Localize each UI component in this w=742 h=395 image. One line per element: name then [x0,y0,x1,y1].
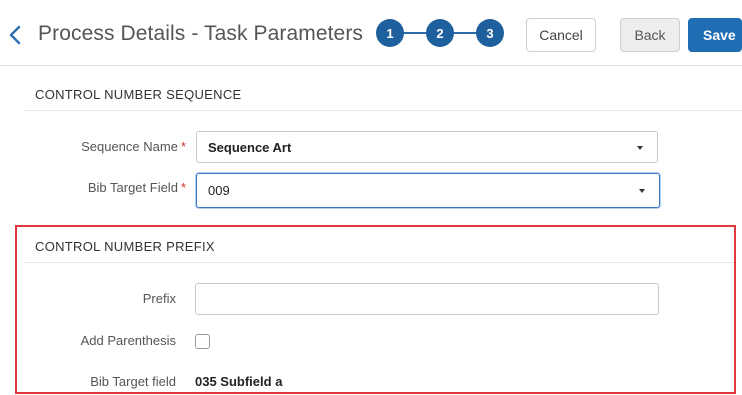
required-marker: * [180,139,186,154]
sequence-name-select[interactable]: Sequence Art [196,131,658,163]
bib-target-field-label-text: Bib Target Field [87,180,178,195]
bib-target-field-value: 009 [208,183,230,198]
caret-down-icon [637,146,643,150]
prefix-bib-target-field-value: 035 Subfield a [195,374,283,389]
bib-target-field-select[interactable]: 009 [196,173,660,208]
save-button[interactable]: Save [688,18,742,52]
page-title: Process Details - Task Parameters [38,22,364,45]
sequence-name-label-text: Sequence Name [81,139,178,154]
add-parenthesis-checkbox[interactable] [195,334,210,349]
required-marker: * [180,180,186,195]
page-header: Process Details - Task Parameters 1 2 3 … [0,0,742,66]
step-2[interactable]: 2 [426,19,454,47]
cancel-button[interactable]: Cancel [526,18,596,52]
wizard-stepper: 1 2 3 [376,19,504,47]
caret-down-icon [639,189,645,193]
prefix-bib-target-field-label: Bib Target field [90,374,176,389]
section-divider [25,110,742,111]
prefix-section-title: CONTROL NUMBER PREFIX [35,239,215,254]
back-chevron-icon[interactable] [6,24,24,46]
prefix-label: Prefix [142,291,176,306]
step-1[interactable]: 1 [376,19,404,47]
bib-target-field-label: Bib Target Field * [88,180,186,195]
sequence-name-label: Sequence Name * [81,139,186,154]
sequence-section-title: CONTROL NUMBER SEQUENCE [35,87,242,102]
prefix-input[interactable] [195,283,659,315]
sequence-name-value: Sequence Art [208,140,292,155]
step-3[interactable]: 3 [476,19,504,47]
back-button[interactable]: Back [620,18,680,52]
section-divider [25,262,734,263]
add-parenthesis-label: Add Parenthesis [80,333,176,348]
